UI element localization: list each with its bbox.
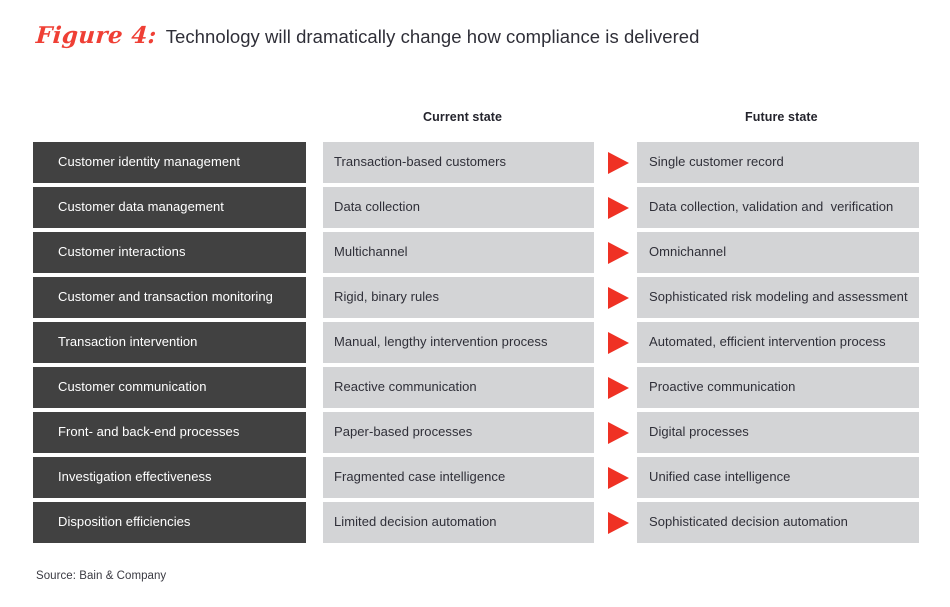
current-state-cell: Fragmented case intelligence <box>323 457 594 498</box>
matrix-row: Customer identity management Transaction-… <box>0 142 950 183</box>
right-triangle-arrow-icon <box>604 277 632 318</box>
right-triangle-arrow-icon <box>604 142 632 183</box>
current-state-label: Multichannel <box>334 244 408 260</box>
current-state-label: Rigid, binary rules <box>334 289 439 305</box>
right-triangle-arrow-icon <box>604 187 632 228</box>
matrix-row: Customer interactions Multichannel Omnicha… <box>0 232 950 273</box>
right-triangle-arrow-glyph <box>607 331 629 354</box>
category-cell: Disposition efficiencies <box>33 502 306 543</box>
future-state-cell: Data collection, validation and verifica… <box>637 187 919 228</box>
figure-title: Technology will dramatically change how … <box>165 26 700 47</box>
matrix-row: Disposition efficiencies Limited decision… <box>0 502 950 543</box>
current-state-cell: Multichannel <box>323 232 594 273</box>
category-label: Customer interactions <box>58 244 186 260</box>
current-state-label: Reactive communication <box>334 379 477 395</box>
column-header-current-state: Current state <box>423 110 503 124</box>
category-cell: Customer data management <box>33 187 306 228</box>
comparison-matrix: Customer identity management Transaction-… <box>0 142 950 547</box>
right-triangle-arrow-icon <box>604 502 632 543</box>
right-triangle-arrow-icon <box>604 232 632 273</box>
future-state-label: Sophisticated decision automation <box>649 514 848 530</box>
right-triangle-arrow-glyph <box>607 466 629 489</box>
current-state-cell: Manual, lengthy intervention process <box>323 322 594 363</box>
column-header-future-state: Future state <box>745 110 818 124</box>
future-state-cell: Single customer record <box>637 142 919 183</box>
category-cell: Customer identity management <box>33 142 306 183</box>
right-triangle-arrow-icon <box>604 322 632 363</box>
future-state-cell: Proactive communication <box>637 367 919 408</box>
future-state-cell: Sophisticated risk modeling and assessme… <box>637 277 919 318</box>
future-state-label: Sophisticated risk modeling and assessme… <box>649 289 908 305</box>
category-cell: Front- and back-end processes <box>33 412 306 453</box>
matrix-row: Transaction intervention Manual, lengthy … <box>0 322 950 363</box>
current-state-label: Limited decision automation <box>334 514 497 530</box>
current-state-cell: Data collection <box>323 187 594 228</box>
current-state-cell: Reactive communication <box>323 367 594 408</box>
future-state-cell: Unified case intelligence <box>637 457 919 498</box>
right-triangle-arrow-glyph <box>607 511 629 534</box>
future-state-cell: Digital processes <box>637 412 919 453</box>
category-label: Transaction intervention <box>58 334 198 350</box>
future-state-cell: Sophisticated decision automation <box>637 502 919 543</box>
right-triangle-arrow-glyph <box>607 151 629 174</box>
matrix-row: Customer communication Reactive communica… <box>0 367 950 408</box>
matrix-row: Investigation effectiveness Fragmented ca… <box>0 457 950 498</box>
right-triangle-arrow-glyph <box>607 196 629 219</box>
right-triangle-arrow-icon <box>604 367 632 408</box>
category-label: Customer identity management <box>58 154 241 170</box>
category-label: Customer communication <box>58 379 207 395</box>
right-triangle-arrow-glyph <box>607 376 629 399</box>
future-state-cell: Automated, efficient intervention proces… <box>637 322 919 363</box>
category-cell: Transaction intervention <box>33 322 306 363</box>
matrix-row: Customer data management Data collection D… <box>0 187 950 228</box>
category-label: Investigation effectiveness <box>58 469 212 485</box>
future-state-label: Unified case intelligence <box>649 469 791 485</box>
right-triangle-arrow-icon <box>604 457 632 498</box>
right-triangle-arrow-glyph <box>607 286 629 309</box>
matrix-row: Customer and transaction monitoring Rigid… <box>0 277 950 318</box>
category-cell: Investigation effectiveness <box>33 457 306 498</box>
category-cell: Customer interactions <box>33 232 306 273</box>
category-label: Customer data management <box>58 199 224 215</box>
current-state-label: Transaction-based customers <box>334 154 507 170</box>
future-state-label: Data collection, validation and verifica… <box>649 199 894 215</box>
category-cell: Customer and transaction monitoring <box>33 277 306 318</box>
current-state-cell: Paper-based processes <box>323 412 594 453</box>
category-label: Front- and back-end processes <box>58 424 240 440</box>
current-state-label: Data collection <box>334 199 421 215</box>
category-cell: Customer communication <box>33 367 306 408</box>
right-triangle-arrow-icon <box>604 412 632 453</box>
figure-title-bar: Figure 4: Technology will dramatically c… <box>35 22 700 49</box>
future-state-label: Proactive communication <box>649 379 796 395</box>
current-state-cell: Limited decision automation <box>323 502 594 543</box>
future-state-label: Single customer record <box>649 154 784 170</box>
matrix-row: Front- and back-end processes Paper-based… <box>0 412 950 453</box>
current-state-label: Paper-based processes <box>334 424 473 440</box>
future-state-cell: Omnichannel <box>637 232 919 273</box>
right-triangle-arrow-glyph <box>607 241 629 264</box>
category-label: Disposition efficiencies <box>58 514 191 530</box>
current-state-label: Manual, lengthy intervention process <box>334 334 548 350</box>
category-label: Customer and transaction monitoring <box>58 289 273 305</box>
current-state-label: Fragmented case intelligence <box>334 469 506 485</box>
current-state-cell: Rigid, binary rules <box>323 277 594 318</box>
source-note: Source: Bain & Company <box>36 570 167 582</box>
future-state-label: Omnichannel <box>649 244 727 260</box>
future-state-label: Digital processes <box>649 424 749 440</box>
current-state-cell: Transaction-based customers <box>323 142 594 183</box>
future-state-label: Automated, efficient intervention proces… <box>649 334 886 350</box>
right-triangle-arrow-glyph <box>607 421 629 444</box>
figure-number-label: Figure 4: <box>35 22 158 49</box>
